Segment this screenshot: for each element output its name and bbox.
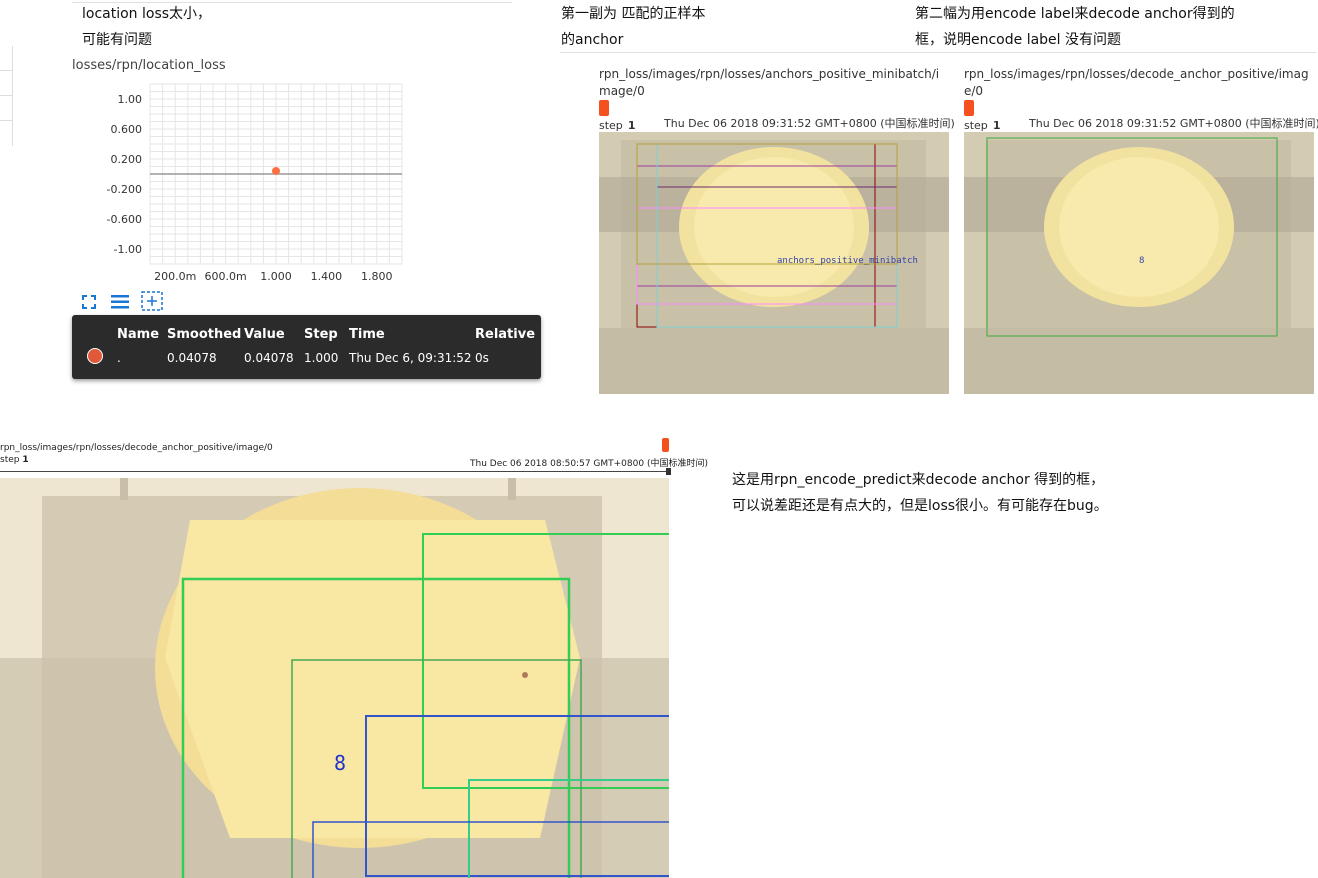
predict-note: 这是用rpn_encode_predict来decode anchor 得到的框… xyxy=(732,467,1108,519)
first-image-note: 第一副为 匹配的正样本 的anchor xyxy=(561,1,705,53)
x-tick-label: 200.0m xyxy=(154,270,196,283)
image-anchors-positive: anchors_positive_minibatch xyxy=(599,132,949,394)
chart-tooltip: Name Smoothed Value Step Time Relative .… xyxy=(72,315,541,379)
tooltip-value: 0.04078 xyxy=(244,351,294,365)
fit-domain-icon[interactable] xyxy=(78,291,100,313)
large-image-slider-track[interactable] xyxy=(0,471,669,472)
second-image-note-line2: 框，说明encode label 没有问题 xyxy=(915,32,1122,48)
image-date: Thu Dec 06 2018 09:31:52 GMT+0800 (中国标准时… xyxy=(664,117,955,130)
image-card-meta: step 1 Thu Dec 06 2018 09:31:52 GMT+0800… xyxy=(599,114,955,133)
tooltip-time: Thu Dec 6, 09:31:52 xyxy=(349,351,472,365)
predict-note-line2: 可以说差距还是有点大的，但是loss很小。有可能存在bug。 xyxy=(732,498,1108,514)
image-card-anchors: rpn_loss/images/rpn/losses/anchors_posit… xyxy=(599,66,955,132)
tooltip-header-step: Step xyxy=(304,327,338,342)
tooltip-header-relative: Relative xyxy=(475,327,536,342)
tooltip-header-value: Value xyxy=(244,327,285,342)
large-image-step: step 1 xyxy=(0,455,29,465)
step-label: step xyxy=(0,455,20,465)
loss-note-line1: location loss太小， xyxy=(82,6,212,22)
anchors-overlay-label: anchors_positive_minibatch xyxy=(777,256,918,266)
tooltip-header-time: Time xyxy=(349,327,385,342)
data-table-icon[interactable] xyxy=(109,291,131,313)
y-tick-label: 0.200 xyxy=(111,153,143,166)
step-value: 1 xyxy=(627,119,636,132)
y-tick-label: -0.200 xyxy=(107,183,142,196)
data-point[interactable] xyxy=(272,166,280,175)
y-tick-label: -1.00 xyxy=(114,243,142,256)
y-tick-label: -0.600 xyxy=(107,213,142,226)
tooltip-name: . xyxy=(117,351,121,365)
image-decode-predict: 8 xyxy=(0,478,669,878)
toggle-y-log-icon[interactable] xyxy=(140,290,164,312)
second-image-note-line1: 第二幅为用encode label来decode anchor得到的 xyxy=(915,6,1235,22)
step-label: step xyxy=(599,119,623,132)
step-value: 1 xyxy=(992,119,1001,132)
image-decode-anchor-positive: 8 xyxy=(964,132,1314,394)
predict-overlay-label: 8 xyxy=(334,751,346,775)
y-tick-label: 1.00 xyxy=(118,93,143,106)
predict-note-line1: 这是用rpn_encode_predict来decode anchor 得到的框… xyxy=(732,472,1105,488)
y-tick-label: 0.600 xyxy=(111,123,143,136)
second-image-note: 第二幅为用encode label来decode anchor得到的 框，说明e… xyxy=(915,1,1235,53)
first-image-note-line2: 的anchor xyxy=(561,32,624,48)
tooltip-header-smoothed: Smoothed xyxy=(167,327,242,342)
step-label: step xyxy=(964,119,988,132)
loss-note: location loss太小， 可能有问题 xyxy=(82,1,211,53)
image-card-meta: step 1 Thu Dec 06 2018 09:31:52 GMT+0800… xyxy=(964,114,1318,133)
chart-title: losses/rpn/location_loss xyxy=(72,58,226,73)
image-card-title: rpn_loss/images/rpn/losses/decode_anchor… xyxy=(964,67,1309,98)
x-tick-label: 1.800 xyxy=(361,270,393,283)
x-tick-label: 1.000 xyxy=(260,270,292,283)
partial-table-edge xyxy=(0,46,13,146)
series-color-dot xyxy=(87,348,103,364)
large-image-date: Thu Dec 06 2018 08:50:57 GMT+0800 (中国标准时… xyxy=(470,459,708,469)
tooltip-step: 1.000 xyxy=(304,351,339,365)
first-image-note-line1: 第一副为 匹配的正样本 xyxy=(561,6,706,22)
image-date: Thu Dec 06 2018 09:31:52 GMT+0800 (中国标准时… xyxy=(1029,117,1318,130)
image-card-decode: rpn_loss/images/rpn/losses/decode_anchor… xyxy=(964,66,1318,132)
tooltip-relative: 0s xyxy=(475,351,489,365)
scalar-chart[interactable]: 1.00 0.600 0.200 -0.200 -0.600 -1.00 200.0m 60… xyxy=(90,76,420,286)
x-tick-label: 600.0m xyxy=(204,270,246,283)
step-value: 1 xyxy=(22,455,29,465)
large-image-title: rpn_loss/images/rpn/losses/decode_anchor… xyxy=(0,443,273,453)
loss-note-line2: 可能有问题 xyxy=(82,32,152,48)
large-step-slider-pin[interactable] xyxy=(662,438,669,452)
x-tick-label: 1.400 xyxy=(311,270,343,283)
tooltip-smoothed: 0.04078 xyxy=(167,351,217,365)
tooltip-header-name: Name xyxy=(117,327,160,342)
decode-overlay-label: 8 xyxy=(1139,256,1144,266)
large-image-slider-handle[interactable] xyxy=(666,468,671,475)
image-card-title: rpn_loss/images/rpn/losses/anchors_posit… xyxy=(599,67,940,98)
